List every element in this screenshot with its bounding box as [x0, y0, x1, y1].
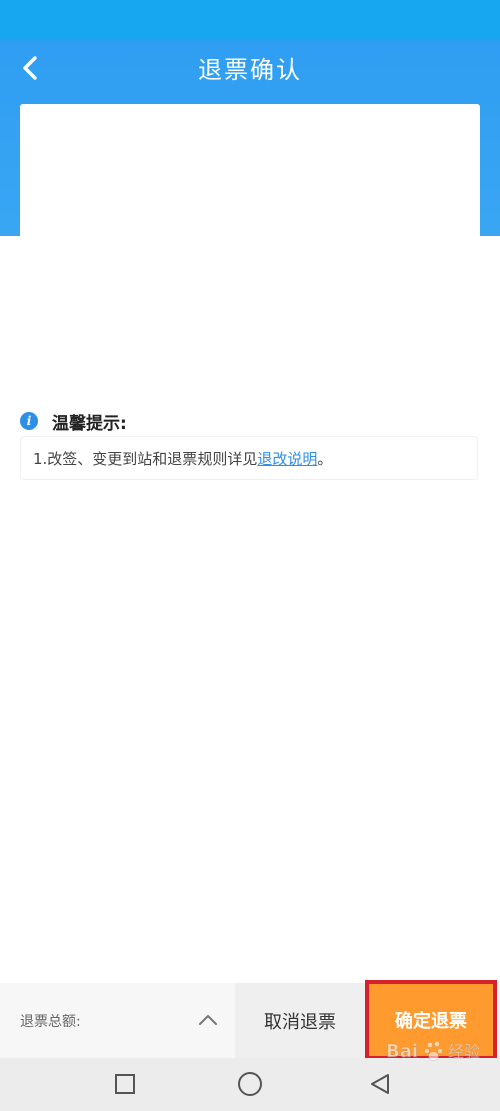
- info-icon: i: [20, 412, 38, 430]
- svg-text:Bai: Bai: [386, 1041, 418, 1062]
- page-title: 退票确认: [198, 56, 302, 84]
- cancel-refund-button[interactable]: 取消退票: [235, 983, 365, 1058]
- square-icon: [115, 1074, 135, 1094]
- status-bar: [0, 0, 500, 40]
- refund-details-area: [20, 260, 480, 375]
- refund-total-label: 退票总额:: [20, 1013, 81, 1030]
- system-back-button[interactable]: [360, 1066, 400, 1102]
- expand-total-button[interactable]: [197, 1011, 219, 1029]
- tips-text: 1.改签、变更到站和退票规则详见: [33, 449, 258, 468]
- home-button[interactable]: [230, 1066, 270, 1102]
- chevron-left-icon: [23, 56, 37, 80]
- header-bar: 退票确认: [0, 40, 500, 100]
- tips-box: 1.改签、变更到站和退票规则详见 退改说明 。: [20, 436, 478, 480]
- tips-title: 温馨提示:: [52, 413, 127, 434]
- triangle-back-icon: [371, 1074, 389, 1094]
- back-button[interactable]: [10, 48, 50, 88]
- chevron-up-icon: [199, 1015, 217, 1025]
- recent-apps-button[interactable]: [105, 1066, 145, 1102]
- tips-text-suffix: 。: [317, 449, 333, 468]
- tips-header: i 温馨提示:: [20, 408, 127, 434]
- baidu-jingyan-watermark: Bai 经验: [380, 1036, 500, 1066]
- refund-confirm-screen: 退票确认 i 温馨提示: 1.改签、变更到站和退票规则详见 退改说明 。 退票总…: [0, 0, 500, 1111]
- circle-icon: [238, 1072, 262, 1096]
- svg-text:经验: 经验: [448, 1042, 480, 1061]
- refund-rules-link[interactable]: 退改说明: [257, 448, 317, 469]
- ticket-info-card: [20, 104, 480, 260]
